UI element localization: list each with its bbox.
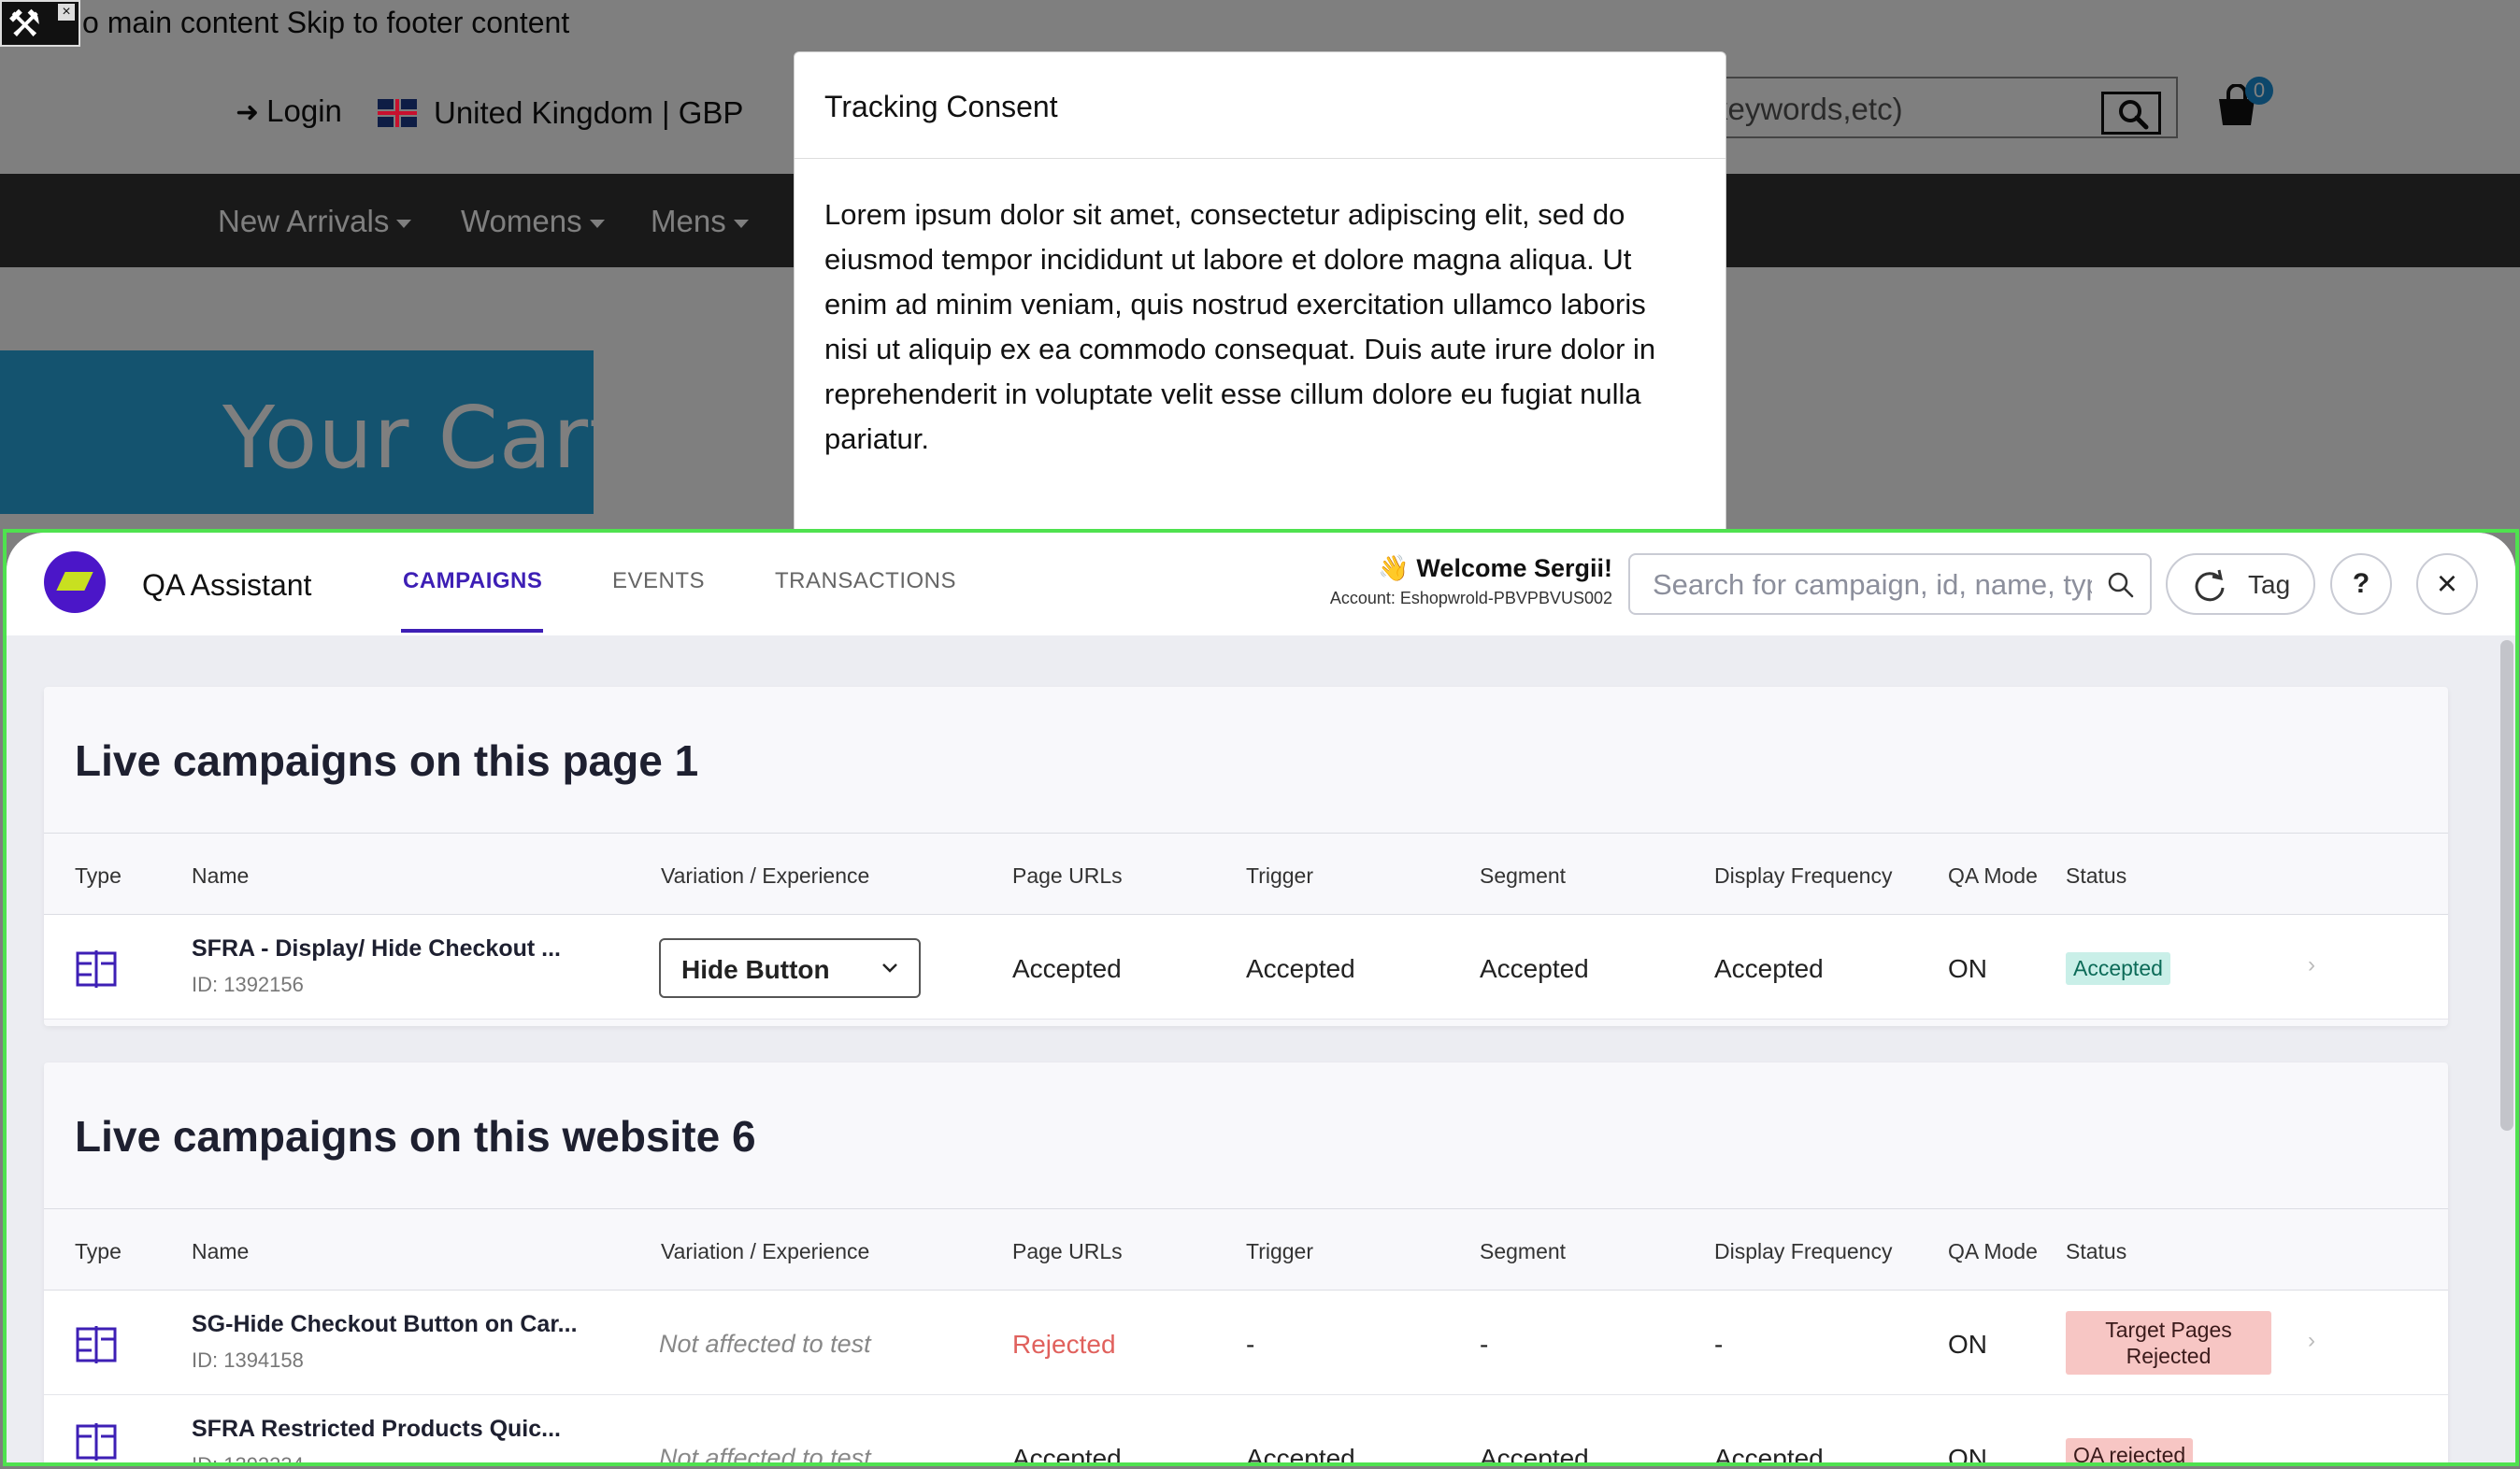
tools-icon: ⚒ [7,4,41,45]
modal-body-text: Lorem ipsum dolor sit amet, consectetur … [824,198,1656,455]
devtools-badge[interactable]: ⚒ × [0,0,80,47]
modal-title: Tracking Consent [795,52,1725,159]
tracking-consent-modal: Tracking Consent Lorem ipsum dolor sit a… [794,51,1726,537]
panel-highlight-outline [3,529,2519,1466]
close-icon[interactable]: × [58,4,75,21]
